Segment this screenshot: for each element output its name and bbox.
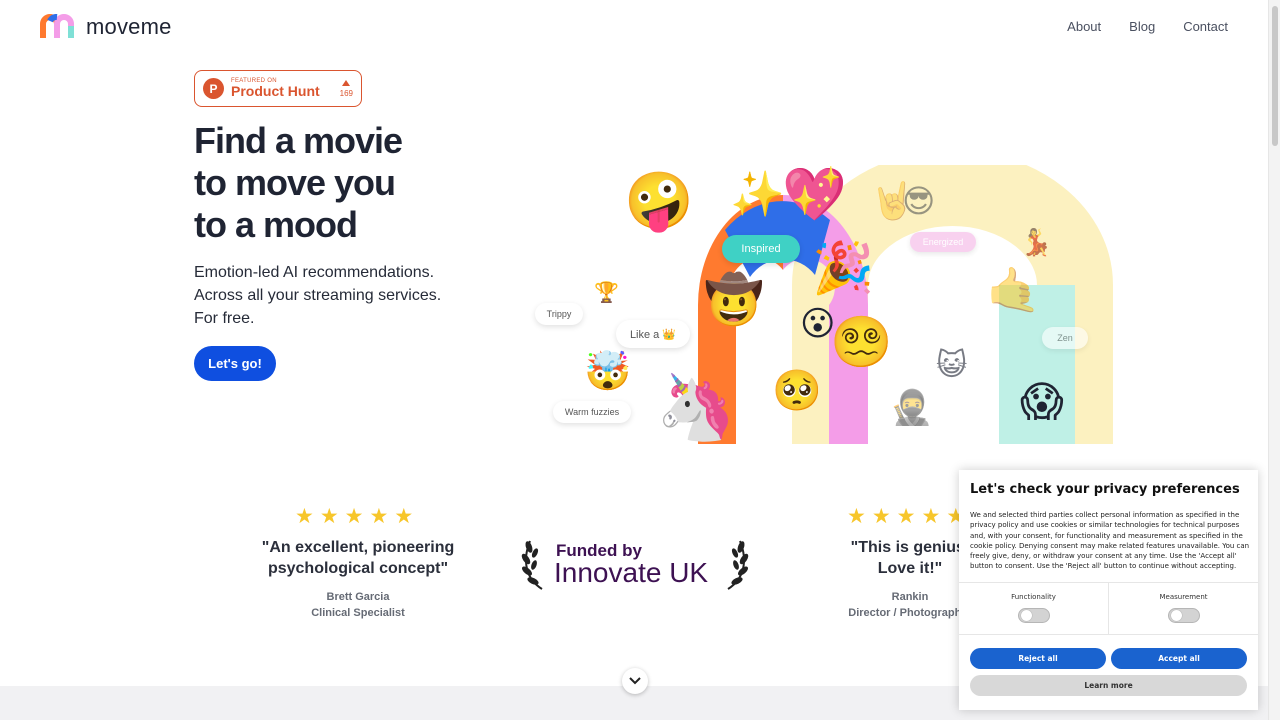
logo-mark-icon — [40, 14, 80, 40]
top-nav: About Blog Contact — [1067, 19, 1228, 34]
hero-subtitle: Emotion-led AI recommendations. Across a… — [194, 261, 441, 330]
mood-chip: Energized — [910, 232, 976, 252]
trophy-icon: 🏆 — [594, 282, 619, 304]
party-popper-icon: 🎉 — [812, 240, 875, 296]
brand-logo[interactable]: moveme — [40, 14, 172, 40]
subtitle-line: Across all your streaming services. — [194, 287, 442, 304]
review-author: Brett Garcia Clinical Specialist — [258, 589, 458, 621]
star-icon: ★ — [871, 505, 891, 528]
star-icon: ★ — [847, 505, 866, 528]
innovate-uk-name: Innovate UK — [554, 557, 709, 588]
mood-chip: Zen — [1042, 327, 1088, 349]
functionality-label: Functionality — [1011, 593, 1056, 601]
cookie-toggles: Functionality Measurement — [959, 582, 1258, 635]
functionality-toggle[interactable] — [1017, 608, 1050, 623]
measurement-label: Measurement — [1159, 593, 1208, 601]
cookie-consent-panel: Let's check your privacy preferences We … — [959, 470, 1258, 710]
functionality-toggle-cell: Functionality — [959, 583, 1108, 634]
subtitle-line: Emotion-led AI recommendations. — [194, 264, 435, 281]
nav-contact-link[interactable]: Contact — [1183, 19, 1228, 34]
dizzy-face-icon: 😵‍💫 — [830, 314, 893, 370]
measurement-toggle[interactable] — [1167, 608, 1200, 623]
star-icon: ★ — [319, 505, 339, 528]
scroll-down-button[interactable] — [622, 668, 648, 694]
hero-illustration: Inspired Energized Trippy Like a 👑 Warm … — [530, 165, 1120, 455]
laurel-left-icon — [521, 540, 543, 590]
laurel-right-icon — [727, 540, 749, 590]
author-role: Clinical Specialist — [311, 607, 405, 619]
toggle-knob — [1020, 610, 1032, 621]
product-hunt-logo-icon: P — [203, 78, 224, 99]
review-quote: "An excellent, pioneering psychological … — [238, 537, 478, 579]
star-icon: ★ — [369, 505, 389, 528]
scrollbar-thumb[interactable] — [1272, 6, 1278, 146]
mood-chip: Warm fuzzies — [553, 401, 631, 423]
product-hunt-badge[interactable]: P FEATURED ON Product Hunt 169 — [194, 70, 362, 107]
cat-face-icon: 😺 — [936, 349, 968, 382]
review-stars: ★ ★ ★ ★ ★ — [295, 504, 413, 529]
ninja-icon: 🥷 — [890, 389, 933, 427]
quote-line: "An excellent, pioneering — [261, 539, 455, 556]
headline-line: to move you — [194, 162, 396, 203]
headline-line: to a mood — [194, 204, 358, 245]
sparkling-heart-icon: 💖 — [782, 166, 847, 224]
mood-chip: Trippy — [535, 303, 583, 325]
hero-headline: Find a movie to move you to a mood — [194, 120, 403, 246]
cowboy-face-icon: 🤠 — [704, 274, 764, 327]
cookie-body-text: We and selected third parties collect pe… — [970, 511, 1250, 571]
toggle-knob — [1170, 610, 1182, 621]
review-stars: ★ ★ ★ ★ ★ — [847, 504, 965, 529]
accept-all-button[interactable]: Accept all — [1111, 648, 1247, 669]
lets-go-button[interactable]: Let's go! — [194, 346, 276, 381]
star-icon: ★ — [344, 505, 364, 528]
star-icon: ★ — [394, 505, 414, 528]
nav-blog-link[interactable]: Blog — [1129, 19, 1155, 34]
unicorn-icon: 🦄 — [656, 371, 736, 443]
learn-more-button[interactable]: Learn more — [970, 675, 1247, 696]
measurement-toggle-cell: Measurement — [1108, 583, 1258, 634]
brand-name: moveme — [86, 14, 172, 39]
star-icon: ★ — [921, 505, 941, 528]
screaming-face-icon: 😱 — [1020, 378, 1064, 425]
chevron-down-icon — [629, 677, 641, 685]
cookie-title: Let's check your privacy preferences — [970, 482, 1240, 497]
upvote-triangle-icon — [342, 79, 351, 86]
mood-chip: Like a 👑 — [616, 320, 690, 348]
quote-line: psychological concept" — [267, 560, 449, 577]
sunglasses-face-icon: 😎 — [902, 183, 936, 219]
zany-face-icon: 🤪 — [624, 169, 694, 232]
innovate-uk-logo: Funded by Innovate UK — [520, 535, 750, 591]
product-hunt-votes: 169 — [339, 88, 353, 98]
exploding-head-icon: 🤯 — [584, 351, 632, 393]
product-hunt-name: Product Hunt — [231, 83, 320, 99]
mood-chip: Inspired — [722, 235, 800, 263]
subtitle-line: For free. — [194, 310, 255, 327]
pleading-face-icon: 🥺 — [772, 369, 822, 413]
nav-about-link[interactable]: About — [1067, 19, 1101, 34]
reject-all-button[interactable]: Reject all — [970, 648, 1106, 669]
sparkles-icon: ✨ — [730, 170, 785, 219]
headline-line: Find a movie — [194, 120, 403, 161]
call-me-hand-icon: 🤙 — [986, 266, 1041, 315]
star-icon: ★ — [896, 505, 916, 528]
author-name: Brett Garcia — [326, 591, 390, 603]
dancers-icon: 💃 — [1020, 227, 1053, 257]
star-icon: ★ — [295, 505, 314, 528]
page-scrollbar[interactable] — [1268, 0, 1280, 720]
